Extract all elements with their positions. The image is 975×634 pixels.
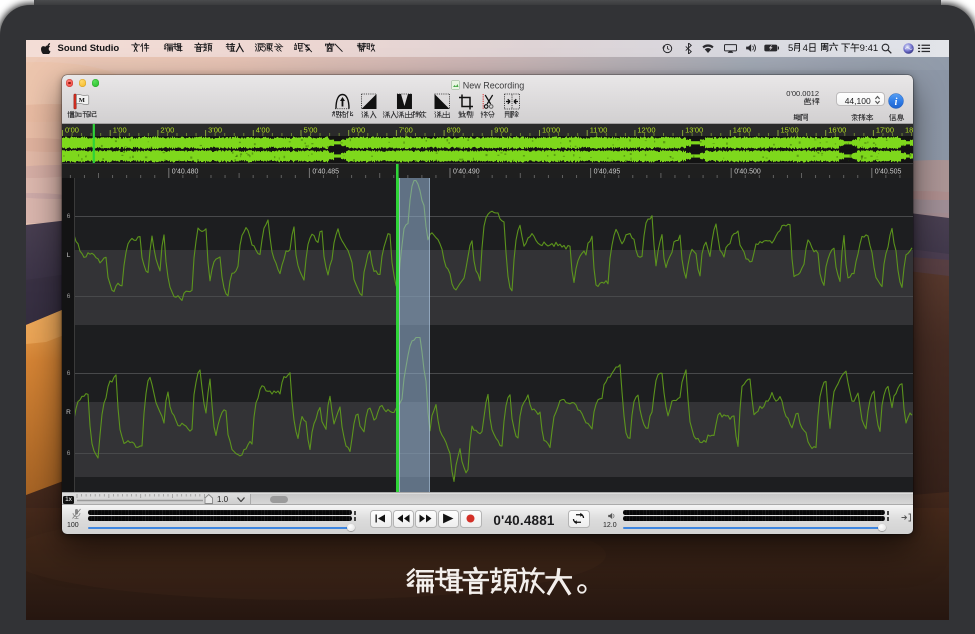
- svg-text:9'00: 9'00: [494, 126, 508, 135]
- svg-text:0'40.480: 0'40.480: [172, 169, 199, 176]
- svg-text:6'00: 6'00: [351, 126, 365, 135]
- svg-text:M: M: [79, 97, 85, 104]
- svg-text:16'00: 16'00: [828, 126, 846, 135]
- svg-text:7'00: 7'00: [399, 126, 413, 135]
- svg-text:18: 18: [905, 126, 913, 135]
- svg-text:14'00: 14'00: [733, 126, 751, 135]
- svg-text:1'00: 1'00: [113, 126, 127, 135]
- svg-text:3'00: 3'00: [208, 126, 222, 135]
- svg-text:i: i: [895, 97, 898, 108]
- svg-text:0'40.500: 0'40.500: [734, 169, 761, 176]
- svg-text:10'00: 10'00: [542, 126, 560, 135]
- svg-text:0'40.495: 0'40.495: [594, 169, 621, 176]
- svg-text:0'40.485: 0'40.485: [312, 169, 339, 176]
- svg-text:13'00: 13'00: [685, 126, 703, 135]
- svg-text:11'00: 11'00: [590, 126, 608, 135]
- svg-text:17'00: 17'00: [876, 126, 894, 135]
- svg-text:0'40.490: 0'40.490: [453, 169, 480, 176]
- svg-text:8'00: 8'00: [447, 126, 461, 135]
- svg-text:15'00: 15'00: [781, 126, 799, 135]
- svg-text:0'00: 0'00: [65, 126, 79, 135]
- svg-text:2'00: 2'00: [160, 126, 174, 135]
- svg-text:5'00: 5'00: [304, 126, 318, 135]
- svg-text:0'40.505: 0'40.505: [875, 169, 902, 176]
- svg-text:4'00: 4'00: [256, 126, 270, 135]
- svg-text:12'00: 12'00: [637, 126, 655, 135]
